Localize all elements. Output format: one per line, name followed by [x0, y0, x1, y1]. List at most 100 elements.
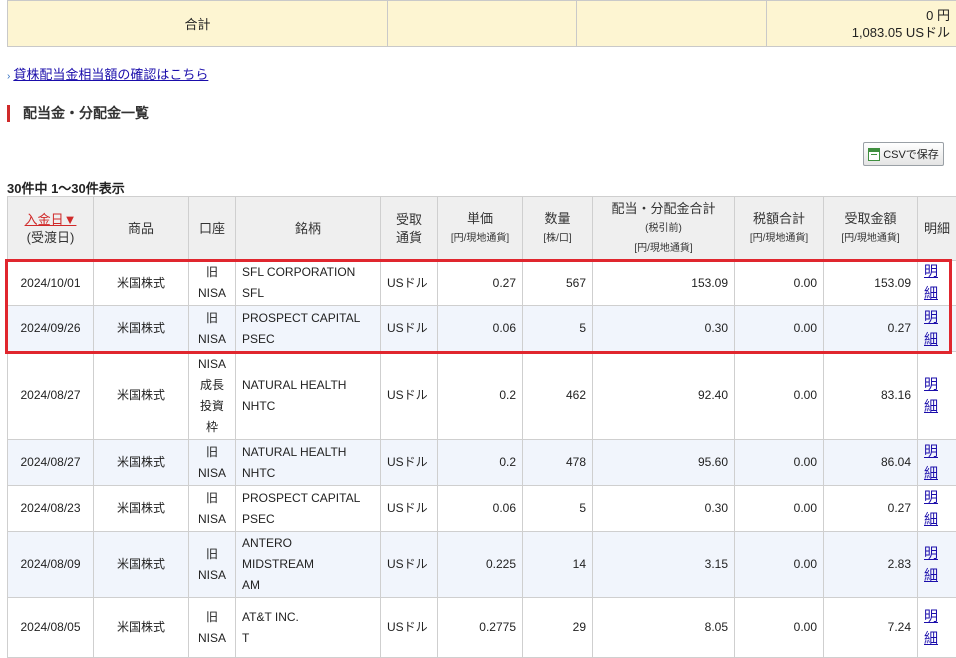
security-line: NHTC [242, 466, 275, 480]
detail-link[interactable]: 明細 [924, 489, 938, 527]
security-line: T [242, 631, 249, 645]
cell-tax-total: 0.00 [735, 306, 824, 352]
detail-link[interactable]: 明細 [924, 376, 938, 414]
cell-unit-price: 0.2 [438, 352, 523, 440]
cell-tax-total: 0.00 [735, 352, 824, 440]
cell-received: 7.24 [824, 598, 918, 658]
security-line: SFL CORPORATION [242, 265, 355, 279]
cell-tax-total: 0.00 [735, 532, 824, 598]
header-quantity-sub: [株/口] [543, 233, 571, 244]
header-dividend-total-sub2: [円/現地通貨] [634, 243, 692, 254]
total-empty-cell [577, 1, 767, 47]
arrow-right-icon: › [7, 71, 10, 82]
cell-quantity: 5 [523, 486, 593, 532]
cell-tax-total: 0.00 [735, 440, 824, 486]
header-tax-total: 税額合計 [円/現地通貨] [735, 197, 824, 261]
header-currency: 受取 通貨 [381, 197, 438, 261]
total-usd: 1,083.05 USドル [773, 24, 950, 41]
detail-link[interactable]: 明細 [924, 545, 938, 583]
detail-link[interactable]: 明細 [924, 309, 938, 347]
security-line: AM [242, 578, 260, 592]
cell-security: PROSPECT CAPITALPSEC [236, 306, 381, 352]
cell-currency: USドル [381, 486, 438, 532]
account-line: NISA [198, 332, 226, 346]
security-line: PSEC [242, 512, 275, 526]
security-line: NHTC [242, 399, 275, 413]
cell-dividend-total: 95.60 [593, 440, 735, 486]
cell-dividend-total: 8.05 [593, 598, 735, 658]
cell-account: NISA成長投資枠 [189, 352, 236, 440]
sort-by-date-link[interactable]: 入金日▼ [25, 212, 77, 227]
cell-dividend-total: 92.40 [593, 352, 735, 440]
cell-currency: USドル [381, 598, 438, 658]
result-count: 30件中 1～30件表示 [7, 178, 125, 197]
security-line: PSEC [242, 332, 275, 346]
cell-currency: USドル [381, 440, 438, 486]
cell-quantity: 5 [523, 306, 593, 352]
cell-dividend-total: 3.15 [593, 532, 735, 598]
total-label: 合計 [8, 1, 388, 47]
spreadsheet-icon [868, 148, 880, 161]
cell-tax-total: 0.00 [735, 598, 824, 658]
table-body: 2024/10/01米国株式旧NISASFL CORPORATIONSFLUSド… [8, 261, 956, 658]
account-line: 投資 [200, 399, 224, 413]
cell-date: 2024/08/09 [8, 532, 94, 598]
header-product: 商品 [94, 197, 189, 261]
header-quantity: 数量 [株/口] [523, 197, 593, 261]
table-row: 2024/08/23米国株式旧NISAPROSPECT CAPITALPSECU… [8, 486, 956, 532]
header-date[interactable]: 入金日▼ (受渡日) [8, 197, 94, 261]
cell-account: 旧NISA [189, 486, 236, 532]
cell-unit-price: 0.06 [438, 306, 523, 352]
cell-security: PROSPECT CAPITAL PSEC [236, 486, 381, 532]
detail-link[interactable]: 明細 [924, 263, 938, 301]
cell-quantity: 478 [523, 440, 593, 486]
detail-link[interactable]: 明細 [924, 608, 938, 646]
header-received: 受取金額 [円/現地通貨] [824, 197, 918, 261]
cell-product: 米国株式 [94, 352, 189, 440]
account-line: NISA [198, 631, 226, 645]
security-line: NATURAL HEALTH [242, 378, 346, 392]
cell-quantity: 29 [523, 598, 593, 658]
table-row: 2024/10/01米国株式旧NISASFL CORPORATIONSFLUSド… [8, 261, 956, 306]
cell-account: 旧 NISA [189, 306, 236, 352]
cell-product: 米国株式 [94, 532, 189, 598]
cell-security: ANTEROMIDSTREAMAM [236, 532, 381, 598]
account-line: NISA [198, 568, 226, 582]
cell-unit-price: 0.06 [438, 486, 523, 532]
cell-detail: 明細 [918, 306, 956, 352]
csv-save-button[interactable]: CSVで保存 [863, 142, 944, 166]
header-received-label: 受取金額 [844, 211, 896, 226]
header-quantity-label: 数量 [544, 211, 570, 226]
cell-received: 0.27 [824, 486, 918, 532]
account-line: 枠 [206, 420, 218, 434]
cell-quantity: 567 [523, 261, 593, 306]
cell-received: 2.83 [824, 532, 918, 598]
lending-dividend-link[interactable]: 貸株配当金相当額の確認はこちら [13, 67, 208, 82]
cell-date: 2024/10/01 [8, 261, 94, 306]
account-line: 旧 [206, 265, 218, 279]
account-line: 成長 [200, 378, 224, 392]
header-currency-line2: 通貨 [396, 230, 422, 245]
cell-currency: USドル [381, 352, 438, 440]
cell-account: 旧NISA [189, 598, 236, 658]
cell-security: NATURAL HEALTH NHTC [236, 352, 381, 440]
totals-row: 合計 0 円 1,083.05 USドル [8, 1, 956, 47]
security-line: MIDSTREAM [242, 557, 314, 571]
header-dividend-total-label: 配当・分配金合計 [611, 201, 715, 216]
header-tax-total-sub: [円/現地通貨] [750, 233, 808, 244]
security-line: PROSPECT CAPITAL [242, 491, 360, 505]
cell-received: 83.16 [824, 352, 918, 440]
cell-received: 86.04 [824, 440, 918, 486]
cell-date: 2024/08/27 [8, 440, 94, 486]
lending-dividend-link-line: ›貸株配当金相当額の確認はこちら [7, 64, 208, 83]
cell-date: 2024/08/05 [8, 598, 94, 658]
cell-tax-total: 0.00 [735, 261, 824, 306]
table-row: 2024/08/27米国株式NISA成長投資枠NATURAL HEALTHNHT… [8, 352, 956, 440]
account-line: 旧 [206, 311, 218, 325]
cell-product: 米国株式 [94, 306, 189, 352]
cell-detail: 明細 [918, 532, 956, 598]
table-row: 2024/08/05米国株式旧NISAAT&T INC.TUSドル0.27752… [8, 598, 956, 658]
cell-currency: USドル [381, 306, 438, 352]
detail-link[interactable]: 明細 [924, 443, 938, 481]
cell-unit-price: 0.2 [438, 440, 523, 486]
